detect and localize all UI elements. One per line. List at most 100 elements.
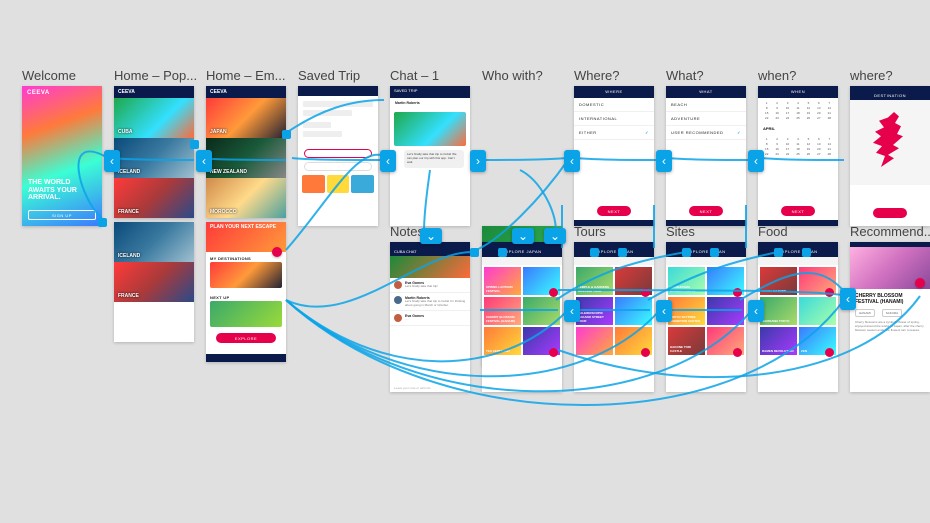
tour-card[interactable]: TEMPLE & GARDENS WALKING TOUR bbox=[576, 267, 613, 295]
category-tabs[interactable] bbox=[574, 257, 654, 265]
tour-card[interactable] bbox=[615, 297, 652, 325]
nav-handle-left[interactable]: ‹ bbox=[196, 150, 212, 172]
artboard-label-chat[interactable]: Chat – 1 bbox=[390, 68, 439, 83]
food-card[interactable]: NARISAWA TOKYO bbox=[760, 297, 797, 325]
add-fab[interactable] bbox=[549, 288, 558, 297]
tab-bar[interactable] bbox=[758, 220, 838, 226]
artboard-label-home-pop[interactable]: Home – Pop... bbox=[114, 68, 197, 83]
connector-node[interactable] bbox=[682, 248, 691, 257]
dest-tile-morocco[interactable]: MOROCCO bbox=[206, 178, 286, 218]
site-card[interactable] bbox=[707, 297, 744, 325]
nav-handle-left[interactable]: ‹ bbox=[748, 300, 764, 322]
dest-tile-nz[interactable]: NEW ZEALAND bbox=[206, 138, 286, 178]
nav-handle-down[interactable]: ⌄ bbox=[420, 228, 442, 244]
artboard-label-sites-l[interactable]: Sites bbox=[666, 224, 695, 239]
note-item[interactable]: Eva Gomes... bbox=[390, 311, 470, 326]
artboard-home-em-top[interactable]: CEEVA JAPAN NEW ZEALAND MOROCCO bbox=[206, 86, 286, 218]
nav-handle-left[interactable]: ‹ bbox=[840, 288, 856, 310]
connector-node[interactable] bbox=[774, 248, 783, 257]
next-button[interactable]: NEXT bbox=[597, 206, 631, 216]
nav-handle-down[interactable]: ⌄ bbox=[544, 228, 566, 244]
nav-handle-left[interactable]: ‹ bbox=[104, 150, 120, 172]
tour-card[interactable]: KALEIDOSCOPIC NAKANO STREET TOUR bbox=[576, 297, 613, 325]
dest-tile-cuba[interactable]: CUBA bbox=[114, 98, 194, 138]
nav-handle-left[interactable]: ‹ bbox=[748, 150, 764, 172]
nav-handle-right[interactable]: › bbox=[470, 150, 486, 172]
artboard-plan[interactable]: PLAN YOUR NEXT ESCAPE MY DESTINATIONS NE… bbox=[206, 222, 286, 362]
tab-bar[interactable] bbox=[206, 354, 286, 362]
plan-row-japan[interactable] bbox=[210, 262, 282, 288]
action-chip[interactable] bbox=[304, 149, 372, 158]
add-fab[interactable] bbox=[733, 288, 742, 297]
site-card[interactable]: HAKONE TORI CASTLE bbox=[668, 327, 705, 355]
artboard-when[interactable]: WHEN 12345678910111213141516171819202122… bbox=[758, 86, 838, 226]
site-card[interactable]: ARASHIYAMA BAMBOO GROVE bbox=[668, 267, 705, 295]
food-card[interactable]: ICHIBA MARKET bbox=[760, 267, 797, 295]
artboard-label-food[interactable]: Food bbox=[758, 224, 788, 239]
artboard-recommend[interactable]: CHERRY BLOSSOM FESTIVAL (HANAMI) HANAMI … bbox=[850, 242, 930, 392]
food-card[interactable]: RAMEN REVOLUTION bbox=[760, 327, 797, 355]
artboard-tours[interactable]: EXPLORE JAPAN TEMPLE & GARDENS WALKING T… bbox=[574, 242, 654, 392]
connector-node[interactable] bbox=[190, 140, 199, 149]
connector-node[interactable] bbox=[590, 248, 599, 257]
artboard-chat[interactable]: SAVED TRIP Martin Roberts Let's finally … bbox=[390, 86, 470, 226]
done-button[interactable] bbox=[873, 208, 907, 218]
note-item[interactable]: Martin RobertsLet's finally take that tr… bbox=[390, 293, 470, 311]
calendar-grid-1[interactable]: 1234567891011121314151617181920212223242… bbox=[758, 98, 838, 123]
dest-tile-japan[interactable]: JAPAN bbox=[206, 98, 286, 138]
tag-chip[interactable]: SAKURA bbox=[882, 309, 902, 317]
artboard-label-where[interactable]: Where? bbox=[574, 68, 620, 83]
category-tabs[interactable] bbox=[482, 257, 562, 265]
category-tabs[interactable] bbox=[666, 257, 746, 265]
opt-userrec[interactable]: USER RECOMMENDED✓ bbox=[666, 126, 746, 140]
nav-handle-left[interactable]: ‹ bbox=[656, 150, 672, 172]
artboard-label-where2[interactable]: where? bbox=[850, 68, 893, 83]
prototype-canvas[interactable]: Welcome Home – Pop... Home – Em... Saved… bbox=[0, 0, 930, 523]
nav-handle-down[interactable]: ⌄ bbox=[512, 228, 534, 244]
artboard-food[interactable]: EXPLORE JAPAN ICHIBA MARKET NARISAWA TOK… bbox=[758, 242, 838, 392]
note-item[interactable]: Eva GomesLet's finally take that trip! bbox=[390, 278, 470, 293]
nav-handle-left[interactable]: ‹ bbox=[564, 150, 580, 172]
artboard-label-welcome[interactable]: Welcome bbox=[22, 68, 76, 83]
artboard-label-home-em[interactable]: Home – Em... bbox=[206, 68, 285, 83]
opt-domestic[interactable]: DOMESTIC bbox=[574, 98, 654, 112]
artboard-sites[interactable]: EXPLORE JAPAN ARASHIYAMA BAMBOO GROVE TO… bbox=[666, 242, 746, 392]
event-card[interactable]: TEA CEREMONY bbox=[484, 327, 521, 355]
artboard-events[interactable]: EXPLORE JAPAN SPRING LANTERN FESTIVAL CH… bbox=[482, 242, 562, 392]
add-fab[interactable] bbox=[641, 288, 650, 297]
add-fab[interactable] bbox=[549, 348, 558, 357]
artboard-home-pop-a[interactable]: CEEVA CUBA ICELAND FRANCE bbox=[114, 86, 194, 218]
artboard-home-pop-b[interactable]: ICELAND FRANCE bbox=[114, 222, 194, 342]
artboard-label-what[interactable]: What? bbox=[666, 68, 704, 83]
tab-bar[interactable] bbox=[574, 220, 654, 226]
tag-chip[interactable]: HANAMI bbox=[855, 309, 875, 317]
opt-beach[interactable]: BEACH bbox=[666, 98, 746, 112]
destination-map[interactable] bbox=[850, 100, 930, 185]
artboard-welcome[interactable]: CEEVA THE WORLD AWAITS YOUR ARRIVAL. SIG… bbox=[22, 86, 102, 226]
nav-handle-left[interactable]: ‹ bbox=[656, 300, 672, 322]
artboard-label-notes[interactable]: Notes bbox=[390, 224, 424, 239]
opt-either[interactable]: EITHER✓ bbox=[574, 126, 654, 140]
add-fab[interactable] bbox=[641, 348, 650, 357]
nav-handle-left[interactable]: ‹ bbox=[564, 300, 580, 322]
explore-button[interactable]: EXPLORE bbox=[216, 333, 276, 343]
tour-card[interactable] bbox=[576, 327, 613, 355]
connector-node[interactable] bbox=[618, 248, 627, 257]
next-button[interactable]: NEXT bbox=[781, 206, 815, 216]
next-button[interactable]: NEXT bbox=[689, 206, 723, 216]
artboard-label-tours[interactable]: Tours bbox=[574, 224, 606, 239]
connector-node[interactable] bbox=[802, 248, 811, 257]
artboard-notes[interactable]: CUBA CHAT Eva GomesLet's finally take th… bbox=[390, 242, 470, 392]
connector-node[interactable] bbox=[470, 248, 479, 257]
connector-node[interactable] bbox=[710, 248, 719, 257]
add-fab[interactable] bbox=[825, 348, 834, 357]
artboard-label-saved[interactable]: Saved Trip bbox=[298, 68, 360, 83]
nav-handle-left[interactable]: ‹ bbox=[380, 150, 396, 172]
opt-adventure[interactable]: ADVENTURE bbox=[666, 112, 746, 126]
dest-tile-iceland2[interactable]: ICELAND bbox=[114, 222, 194, 262]
artboard-label-recommend[interactable]: Recommend... bbox=[850, 224, 930, 239]
opt-international[interactable]: INTERNATIONAL bbox=[574, 112, 654, 126]
artboard-where[interactable]: WHERE DOMESTIC INTERNATIONAL EITHER✓ NEX… bbox=[574, 86, 654, 226]
artboard-label-who[interactable]: Who with? bbox=[482, 68, 543, 83]
artboard-destination[interactable]: DESTINATION bbox=[850, 86, 930, 226]
